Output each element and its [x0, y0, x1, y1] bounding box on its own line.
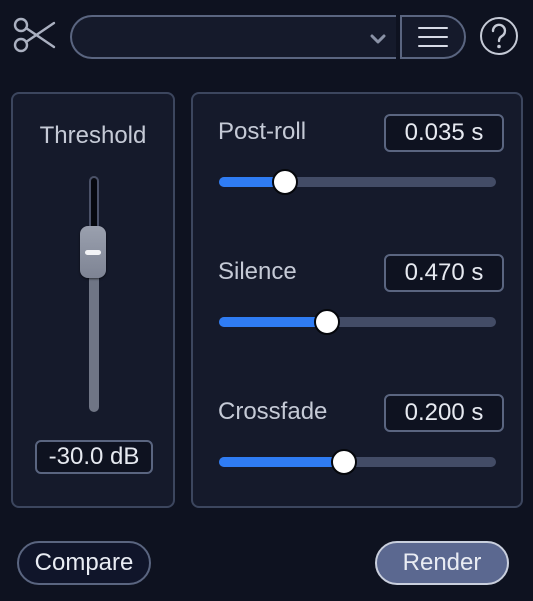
crossfade-value-field[interactable]: 0.200 s — [384, 394, 504, 432]
crossfade-slider-thumb[interactable] — [330, 449, 357, 475]
plugin-window: Threshold -30.0 dB Post-roll 0.035 s Sil… — [0, 0, 533, 601]
compare-button[interactable]: Compare — [17, 541, 151, 585]
chevron-down-icon — [370, 34, 386, 44]
threshold-label: Threshold — [39, 122, 147, 149]
post-roll-slider[interactable] — [219, 169, 496, 195]
question-mark-icon[interactable] — [479, 16, 519, 56]
silence-slider-thumb[interactable] — [314, 309, 341, 335]
silence-value-field[interactable]: 0.470 s — [384, 254, 504, 292]
threshold-value-field[interactable]: -30.0 dB — [35, 440, 153, 474]
parameters-panel: Post-roll 0.035 s Silence 0.470 s Crossf… — [191, 92, 523, 508]
silence-label: Silence — [218, 258, 297, 285]
preset-dropdown[interactable] — [70, 15, 396, 59]
silence-slider[interactable] — [219, 309, 496, 335]
crossfade-slider[interactable] — [219, 449, 496, 475]
silence-slider-fill — [219, 317, 328, 327]
threshold-panel: Threshold -30.0 dB — [11, 92, 175, 508]
post-roll-label: Post-roll — [218, 118, 307, 145]
crossfade-slider-fill — [219, 457, 344, 467]
post-roll-value-field[interactable]: 0.035 s — [384, 114, 504, 152]
scissors-icon — [13, 17, 56, 53]
render-button[interactable]: Render — [375, 541, 509, 585]
post-roll-slider-thumb[interactable] — [272, 169, 299, 195]
menu-button[interactable] — [400, 15, 466, 59]
thumb-grip — [85, 250, 101, 255]
crossfade-label: Crossfade — [218, 398, 328, 425]
threshold-slider-thumb[interactable] — [80, 226, 106, 278]
